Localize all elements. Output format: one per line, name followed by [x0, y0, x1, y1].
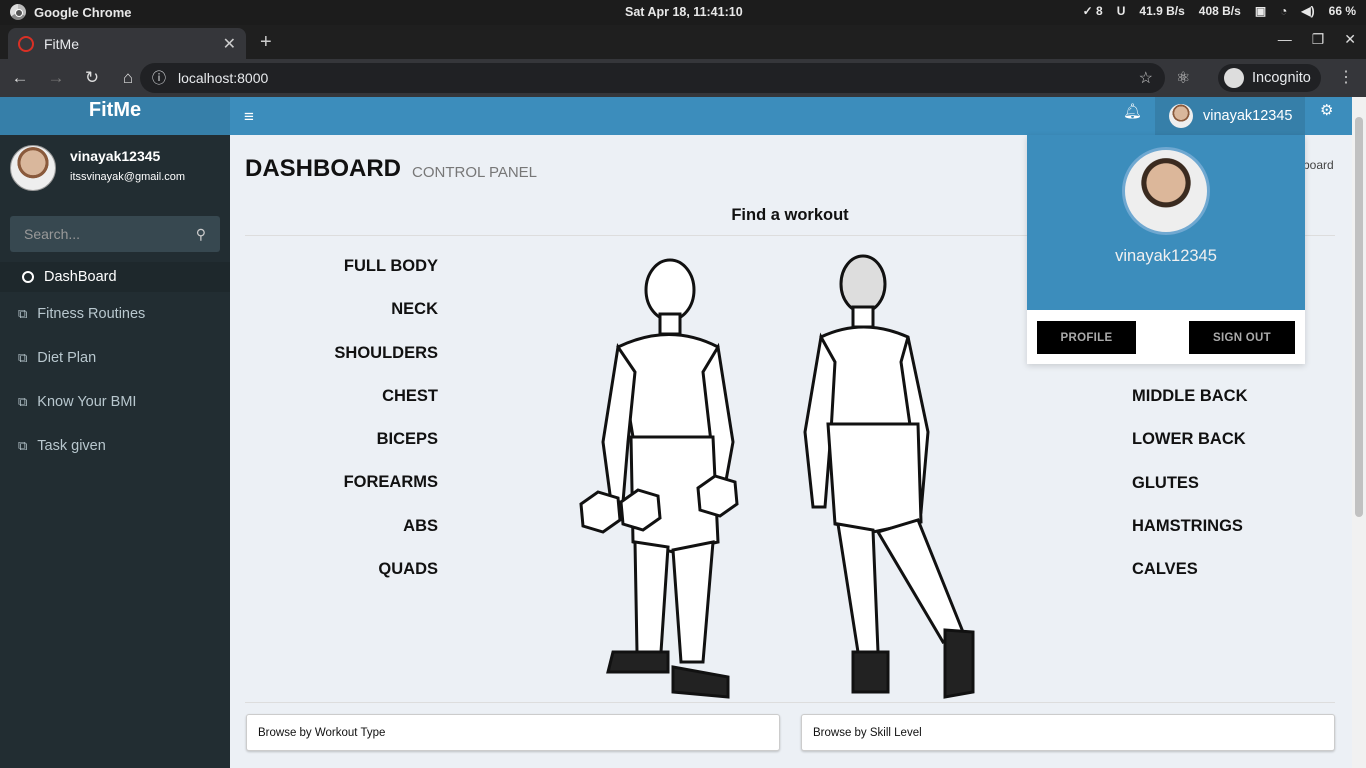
extension-icon[interactable]: ⚛ — [1176, 68, 1190, 88]
tab-title: FitMe — [44, 35, 79, 52]
chrome-icon — [10, 4, 26, 20]
muscle-link-lower-back[interactable]: LOWER BACK — [1132, 430, 1332, 473]
sidebar-item-label: Task given — [37, 438, 106, 454]
os-top-bar: Google Chrome Sat Apr 18, 11:41:10 ✓ 8 U… — [0, 0, 1366, 25]
profile-button[interactable]: PROFILE — [1037, 321, 1136, 354]
avatar — [1122, 147, 1210, 235]
browse-workout-type-button[interactable]: Browse by Workout Type — [246, 714, 780, 751]
battery-level[interactable]: 66 % — [1329, 4, 1356, 18]
browse-skill-level-label: Browse by Skill Level — [813, 726, 922, 739]
sidebar-item-label: Know Your BMI — [37, 394, 137, 410]
window-controls: — ❐ ✕ — [1278, 31, 1356, 48]
dropdown-username: vinayak12345 — [1115, 247, 1217, 265]
muscle-link-abs[interactable]: ABS — [245, 517, 438, 560]
muscle-link-hamstrings[interactable]: HAMSTRINGS — [1132, 517, 1332, 560]
wifi-icon[interactable]: ◔ — [1280, 4, 1287, 18]
muscle-link-middle-back[interactable]: MIDDLE BACK — [1132, 387, 1332, 430]
close-tab-icon[interactable]: ✕ — [223, 34, 236, 54]
search-input[interactable]: Search... ⚲ — [10, 216, 220, 252]
copy-icon: ⧉ — [18, 394, 28, 409]
sign-out-button[interactable]: SIGN OUT — [1189, 321, 1295, 354]
clipboard-icon[interactable]: ▣ — [1255, 4, 1266, 18]
browse-workout-type-label: Browse by Workout Type — [258, 726, 386, 739]
os-app-name: Google Chrome — [34, 4, 132, 20]
circle-icon — [22, 271, 34, 283]
sidebar-item-label: Diet Plan — [37, 350, 97, 366]
os-clock[interactable]: Sat Apr 18, 11:41:10 — [625, 5, 743, 19]
brand-logo[interactable]: FitMe — [0, 97, 230, 135]
sidebar: FitMe vinayak12345 itssvinayak@gmail.com… — [0, 97, 230, 768]
os-tray: ✓ 8 U 41.9 B/s 408 B/s ▣ ◔ ◀) 66 % — [1083, 4, 1356, 18]
muscle-link-biceps[interactable]: BICEPS — [245, 430, 438, 473]
address-bar-row: ← → ↻ ⌂ ⓘ localhost:8000 ☆ ⚛ Incognito ⋮ — [0, 59, 1366, 97]
muscle-map-figure[interactable] — [573, 252, 1013, 702]
close-window-icon[interactable]: ✕ — [1344, 31, 1356, 48]
minimize-icon[interactable]: — — [1278, 31, 1292, 48]
muscle-list-front: FULL BODY NECK SHOULDERS CHEST BICEPS FO… — [245, 257, 438, 603]
muscle-link-calves[interactable]: CALVES — [1132, 560, 1332, 603]
back-icon[interactable]: ← — [4, 68, 36, 88]
avatar — [10, 145, 56, 191]
muscle-list-back: MIDDLE BACK LOWER BACK GLUTES HAMSTRINGS… — [1132, 387, 1332, 603]
incognito-icon — [1224, 68, 1244, 88]
sidebar-item-label: DashBoard — [44, 269, 117, 285]
search-icon[interactable]: ⚲ — [196, 226, 206, 243]
page-scrollbar[interactable] — [1352, 97, 1366, 768]
muscle-link-neck[interactable]: NECK — [245, 300, 438, 343]
muscle-link-full-body[interactable]: FULL BODY — [245, 257, 438, 300]
muscle-link-quads[interactable]: QUADS — [245, 560, 438, 603]
breadcrumb[interactable]: board — [1303, 158, 1334, 172]
front-body-figure[interactable] — [579, 258, 739, 699]
os-app-indicator: Google Chrome — [10, 4, 132, 20]
page-subtitle: CONTROL PANEL — [412, 164, 538, 181]
muscle-link-forearms[interactable]: FOREARMS — [245, 473, 438, 516]
sidebar-menu: DashBoard ⧉ Fitness Routines ⧉ Diet Plan… — [0, 262, 230, 468]
volume-icon[interactable]: ◀) — [1301, 4, 1314, 18]
muscle-link-chest[interactable]: CHEST — [245, 387, 438, 430]
copy-icon: ⧉ — [18, 306, 28, 321]
restore-icon[interactable]: ❐ — [1312, 31, 1325, 48]
user-dropdown-menu: vinayak12345 PROFILE SIGN OUT — [1027, 135, 1305, 364]
bookmark-star-icon[interactable]: ☆ — [1139, 68, 1153, 88]
reload-icon[interactable]: ↻ — [76, 68, 108, 88]
user-panel: vinayak12345 itssvinayak@gmail.com — [0, 135, 230, 213]
incognito-indicator[interactable]: Incognito — [1218, 64, 1321, 92]
copy-icon: ⧉ — [18, 438, 28, 453]
user-dropdown-header: vinayak12345 — [1027, 135, 1305, 310]
sidebar-email: itssvinayak@gmail.com — [70, 171, 186, 183]
url-bar[interactable]: ⓘ localhost:8000 ☆ — [140, 63, 1165, 93]
site-info-icon[interactable]: ⓘ — [152, 68, 166, 88]
back-body-figure[interactable] — [803, 254, 975, 699]
tab-strip: FitMe ✕ + — ❐ ✕ — [0, 25, 1366, 59]
copy-icon: ⧉ — [18, 350, 28, 365]
new-tab-button[interactable]: + — [260, 31, 272, 54]
sidebar-item-task-given[interactable]: ⧉ Task given — [0, 424, 230, 468]
search-placeholder: Search... — [24, 226, 81, 242]
page-title: DASHBOARD — [245, 155, 401, 182]
scrollbar-thumb[interactable] — [1355, 117, 1363, 517]
sidebar-item-dashboard[interactable]: DashBoard — [0, 262, 230, 292]
forward-icon[interactable]: → — [40, 68, 72, 88]
tab-favicon — [18, 35, 34, 52]
sidebar-item-diet-plan[interactable]: ⧉ Diet Plan — [0, 336, 230, 380]
sidebar-item-fitness-routines[interactable]: ⧉ Fitness Routines — [0, 292, 230, 336]
url-text: localhost:8000 — [178, 70, 269, 86]
muscle-link-glutes[interactable]: GLUTES — [1132, 474, 1332, 517]
divider — [245, 702, 1335, 703]
sidebar-username: vinayak12345 — [70, 148, 161, 164]
incognito-label: Incognito — [1252, 70, 1311, 86]
tray-app-icon[interactable]: U — [1117, 4, 1126, 18]
muscle-link-shoulders[interactable]: SHOULDERS — [245, 344, 438, 387]
net-down-speed: 408 B/s — [1198, 4, 1241, 18]
browser-menu-icon[interactable]: ⋮ — [1338, 67, 1354, 87]
sidebar-item-know-your-bmi[interactable]: ⧉ Know Your BMI — [0, 380, 230, 424]
browse-skill-level-button[interactable]: Browse by Skill Level — [801, 714, 1335, 751]
browser-tab[interactable]: FitMe ✕ — [8, 28, 246, 59]
web-page: FitMe vinayak12345 itssvinayak@gmail.com… — [0, 97, 1366, 768]
tray-item[interactable]: ✓ 8 — [1083, 4, 1103, 18]
net-up-speed: 41.9 B/s — [1139, 4, 1185, 18]
sidebar-item-label: Fitness Routines — [37, 306, 146, 322]
